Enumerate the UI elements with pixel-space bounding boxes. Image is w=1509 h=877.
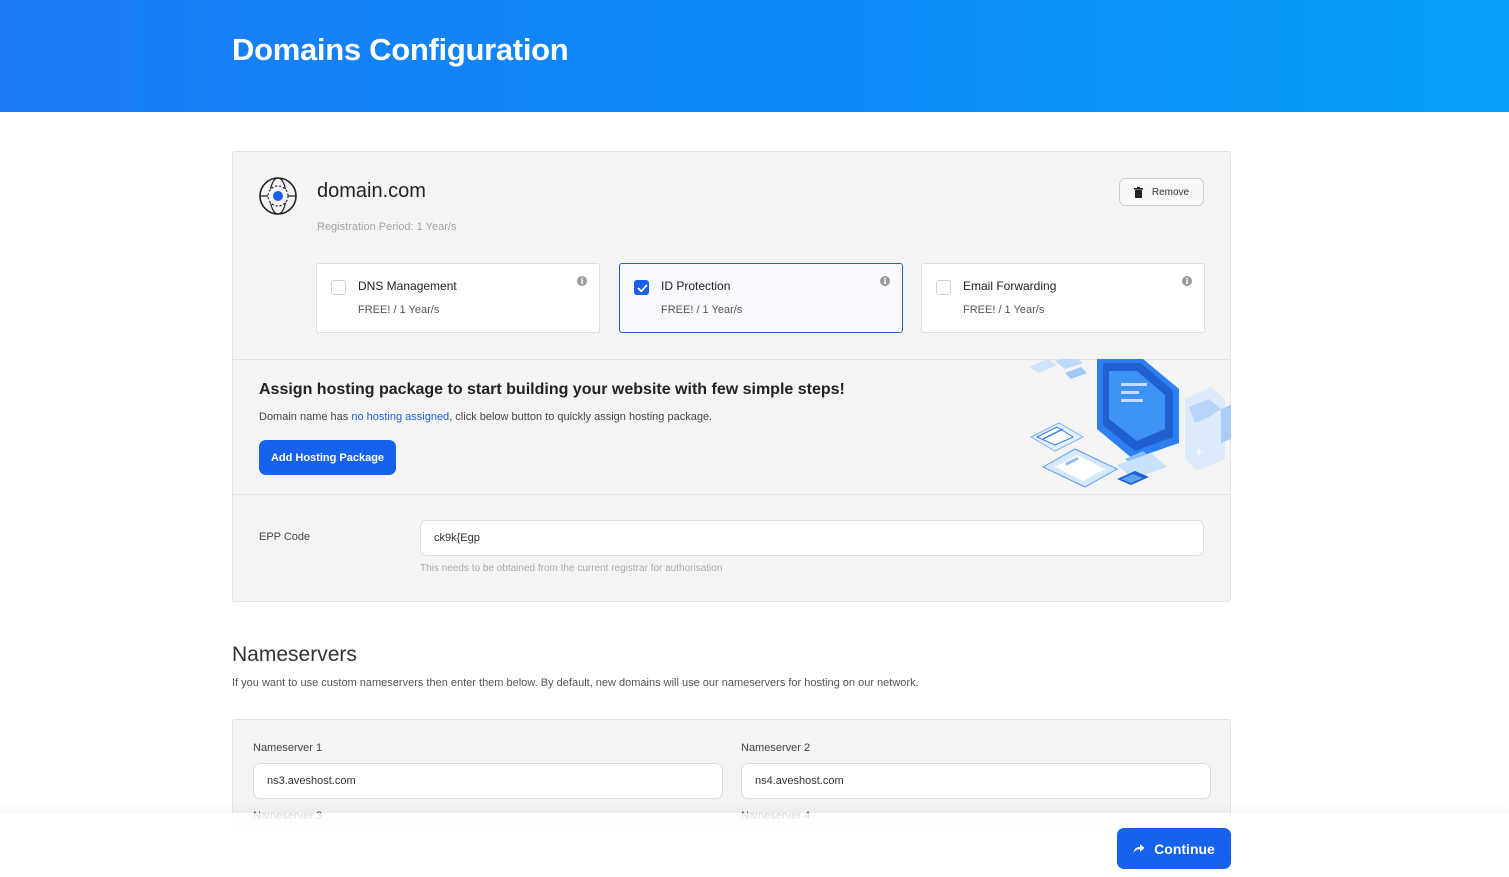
addon-id-protection[interactable]: ID Protection FREE! / 1 Year/s i <box>619 263 903 333</box>
epp-code-label: EPP Code <box>259 531 311 543</box>
nameserver-1-input[interactable]: ns3.aveshost.com <box>253 763 723 799</box>
globe-icon <box>259 177 297 215</box>
remove-domain-button[interactable]: Remove <box>1119 178 1204 206</box>
hosting-promo-title: Assign hosting package to start building… <box>259 381 845 398</box>
addon-checkbox[interactable] <box>331 280 346 295</box>
continue-label: Continue <box>1154 840 1215 857</box>
addon-name: DNS Management <box>358 279 457 293</box>
epp-code-input[interactable]: ck9k{Egp <box>420 520 1204 556</box>
nameserver-2-input[interactable]: ns4.aveshost.com <box>741 763 1211 799</box>
arrow-right-icon <box>1133 844 1145 853</box>
addon-dns-management[interactable]: DNS Management FREE! / 1 Year/s i <box>316 263 600 333</box>
trash-icon <box>1133 186 1143 198</box>
addon-name: ID Protection <box>661 279 731 293</box>
hosting-promo-text: Domain name has no hosting assigned, cli… <box>259 411 712 423</box>
continue-button[interactable]: Continue <box>1117 828 1231 869</box>
epp-code-help: This needs to be obtained from the curre… <box>420 563 723 574</box>
addon-checkbox[interactable] <box>936 280 951 295</box>
remove-label: Remove <box>1151 186 1190 198</box>
promo-text-after: , click below button to quickly assign h… <box>449 411 713 423</box>
registration-period: Registration Period: 1 Year/s <box>317 221 457 233</box>
addon-email-forwarding[interactable]: Email Forwarding FREE! / 1 Year/s i <box>921 263 1205 333</box>
nameservers-title: Nameservers <box>232 643 357 666</box>
addon-checkbox-checked[interactable] <box>634 280 649 295</box>
info-icon[interactable]: i <box>577 276 587 286</box>
promo-text-before: Domain name has <box>259 411 352 423</box>
nameserver-1-label: Nameserver 1 <box>253 742 323 754</box>
page-title: Domains Configuration <box>232 32 569 67</box>
info-icon[interactable]: i <box>1182 276 1192 286</box>
addon-price: FREE! / 1 Year/s <box>358 304 440 316</box>
domain-name: domain.com <box>317 180 426 202</box>
addon-name: Email Forwarding <box>963 279 1057 293</box>
checkmark-icon <box>637 284 648 293</box>
hosting-illustration-image: + <box>1029 359 1231 488</box>
sticky-footer-bar: Continue <box>0 813 1509 877</box>
nameservers-description: If you want to use custom nameservers th… <box>232 677 919 689</box>
addon-price: FREE! / 1 Year/s <box>963 304 1045 316</box>
nameserver-2-label: Nameserver 2 <box>741 742 811 754</box>
addon-price: FREE! / 1 Year/s <box>661 304 743 316</box>
page-header-banner: Domains Configuration <box>0 0 1509 112</box>
svg-text:+: + <box>1195 447 1203 458</box>
domain-config-card: domain.com Registration Period: 1 Year/s… <box>232 151 1231 602</box>
no-hosting-assigned-link[interactable]: no hosting assigned <box>351 411 449 423</box>
info-icon[interactable]: i <box>880 276 890 286</box>
add-hosting-package-button[interactable]: Add Hosting Package <box>259 440 396 475</box>
section-divider <box>233 494 1230 495</box>
